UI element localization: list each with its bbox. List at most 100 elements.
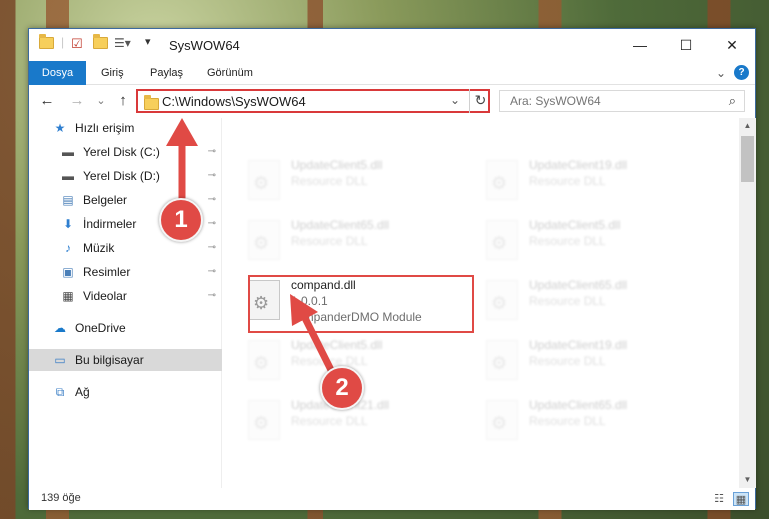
tiles-view-button[interactable]: ▦ [733, 492, 749, 506]
file-description: Resource DLL [291, 354, 368, 368]
star-icon: ★ [54, 121, 66, 135]
scroll-down-arrow[interactable]: ▼ [739, 472, 756, 488]
search-box[interactable]: ⌕ [499, 90, 745, 112]
file-description: Resource DLL [529, 354, 606, 368]
pin-icon[interactable]: ⊸ [208, 285, 216, 307]
separator: | [61, 35, 65, 49]
file-description: Resource DLL [291, 174, 368, 188]
dll-file-icon [486, 220, 518, 260]
sidebar-item[interactable]: ▦ Videolar ⊸ [29, 285, 222, 307]
pin-icon[interactable]: ⊸ [208, 213, 216, 235]
dll-file-icon [486, 340, 518, 380]
cloud-icon: ☁ [54, 321, 66, 335]
new-folder-icon[interactable] [93, 34, 109, 53]
file-item[interactable]: UpdateClient19.dll Resource DLL [482, 334, 706, 392]
pin-icon[interactable]: ⊸ [208, 261, 216, 283]
pictures-icon: ▣ [62, 265, 74, 279]
close-button[interactable]: ✕ [709, 29, 755, 61]
pin-icon[interactable]: ⊸ [208, 141, 216, 163]
separator-dash: ▾ [145, 36, 151, 48]
vertical-scrollbar[interactable]: ▲ ▼ [739, 118, 756, 488]
window-title: SysWOW64 [169, 38, 240, 53]
sidebar-item-label: OneDrive [75, 321, 126, 335]
tab-file[interactable]: Dosya [29, 61, 86, 85]
sidebar-item[interactable]: ▬ Yerel Disk (C:) ⊸ [29, 141, 222, 163]
tab-view[interactable]: Görünüm [207, 61, 253, 85]
sidebar-item-label: Hızlı erişim [75, 121, 135, 135]
sidebar-item-label: Resimler [83, 265, 131, 279]
dll-file-icon [248, 340, 280, 380]
sidebar-item[interactable]: ▭ Bu bilgisayar [29, 349, 222, 371]
up-button[interactable]: ↑ [113, 91, 133, 111]
scroll-up-arrow[interactable]: ▲ [739, 118, 756, 134]
file-description: Resource DLL [291, 414, 368, 428]
tab-home[interactable]: Giriş [101, 61, 124, 85]
file-name: UpdateClient19.dll [529, 158, 628, 172]
file-description: Resource DLL [529, 414, 606, 428]
back-button[interactable]: ← [37, 91, 57, 111]
sidebar-item-label: Müzik [83, 241, 115, 255]
file-list: UpdateClient5.dllResource DLLUpdateClien… [222, 118, 739, 488]
music-icon: ♪ [65, 241, 71, 255]
dll-file-icon [486, 160, 518, 200]
dll-file-icon [486, 280, 518, 320]
file-item[interactable]: UpdateClient5.dll Resource DLL [244, 154, 468, 212]
drive-icon: ▬ [62, 169, 74, 183]
customize-toolbar-icon[interactable]: ☰▾ [114, 36, 138, 52]
address-dropdown-icon[interactable]: ⌄ [450, 93, 460, 107]
dll-file-icon [486, 400, 518, 440]
sidebar-item[interactable]: ★ Hızlı erişim [29, 117, 222, 139]
tab-share[interactable]: Paylaş [150, 61, 183, 85]
sidebar-item-label: Ağ [75, 385, 90, 399]
file-item[interactable]: UpdateClient65.dll Resource DLL [244, 214, 468, 272]
address-bar[interactable]: C:\Windows\SysWOW64 ⌄ [136, 89, 490, 113]
step-marker-1: 1 [159, 198, 203, 242]
search-icon[interactable]: ⌕ [729, 93, 736, 109]
folder-icon [144, 95, 159, 110]
details-view-button[interactable]: ☷ [711, 492, 727, 506]
maximize-button[interactable]: ☐ [663, 29, 709, 61]
videos-icon: ▦ [62, 289, 74, 303]
drive-icon: ▬ [62, 145, 74, 159]
file-item[interactable]: UpdateClient65.dll Resource DLL [482, 394, 706, 452]
file-explorer-window: | ☑ ☰▾ ▾ SysWOW64 — ☐ ✕ Dosya Giriş Payl… [28, 28, 756, 510]
minimize-button[interactable]: — [617, 29, 663, 61]
folder-icon [39, 34, 55, 53]
sidebar-item[interactable]: ☁ OneDrive [29, 317, 222, 339]
sidebar-item[interactable]: ♪ Müzik ⊸ [29, 237, 222, 259]
sidebar-item[interactable]: ▬ Yerel Disk (D:) ⊸ [29, 165, 222, 187]
step-marker-2: 2 [320, 366, 364, 410]
network-icon: ⧉ [55, 385, 65, 399]
pin-icon[interactable]: ⊸ [208, 237, 216, 259]
refresh-button[interactable]: ↻ [469, 89, 491, 113]
expand-ribbon-icon[interactable]: ⌄ [716, 66, 726, 80]
recent-locations-button[interactable]: ⌄ [91, 91, 111, 111]
file-name: UpdateClient5.dll [291, 158, 383, 172]
properties-icon[interactable]: ☑ [71, 36, 87, 52]
file-item[interactable]: UpdateClient65.dll Resource DLL [482, 274, 706, 332]
sidebar-item[interactable]: ▣ Resimler ⊸ [29, 261, 222, 283]
search-input[interactable] [500, 91, 710, 111]
computer-icon: ▭ [54, 353, 66, 367]
sidebar-item-label: Yerel Disk (D:) [83, 169, 160, 183]
dll-file-icon [248, 220, 280, 260]
sidebar-item-label: Bu bilgisayar [75, 353, 144, 367]
file-description: Resource DLL [529, 234, 606, 248]
forward-button[interactable]: → [67, 91, 87, 111]
file-name: UpdateClient65.dll [529, 398, 628, 412]
ribbon-tabs: Dosya Giriş Paylaş Görünüm ⌄ ? [29, 61, 755, 85]
sidebar-item[interactable]: ⧉ Ağ [29, 381, 222, 403]
scrollbar-thumb[interactable] [741, 136, 754, 182]
help-icon[interactable]: ? [734, 65, 749, 80]
file-item[interactable]: UpdateClient19.dll Resource DLL [482, 154, 706, 212]
file-item[interactable]: UpdateClient5.dll Resource DLL [482, 214, 706, 272]
highlight-box [248, 275, 474, 333]
sidebar-item-label: İndirmeler [83, 217, 137, 231]
status-bar: 139 öğe ☷ ▦ [29, 488, 755, 510]
sidebar-item-label: Yerel Disk (C:) [83, 145, 160, 159]
navigation-pane: ★ Hızlı erişim ▬ Yerel Disk (C:) ⊸ ▬ Yerel Dis… [29, 118, 222, 488]
file-description: Resource DLL [529, 294, 606, 308]
pin-icon[interactable]: ⊸ [208, 189, 216, 211]
pin-icon[interactable]: ⊸ [208, 165, 216, 187]
dll-file-icon [248, 160, 280, 200]
